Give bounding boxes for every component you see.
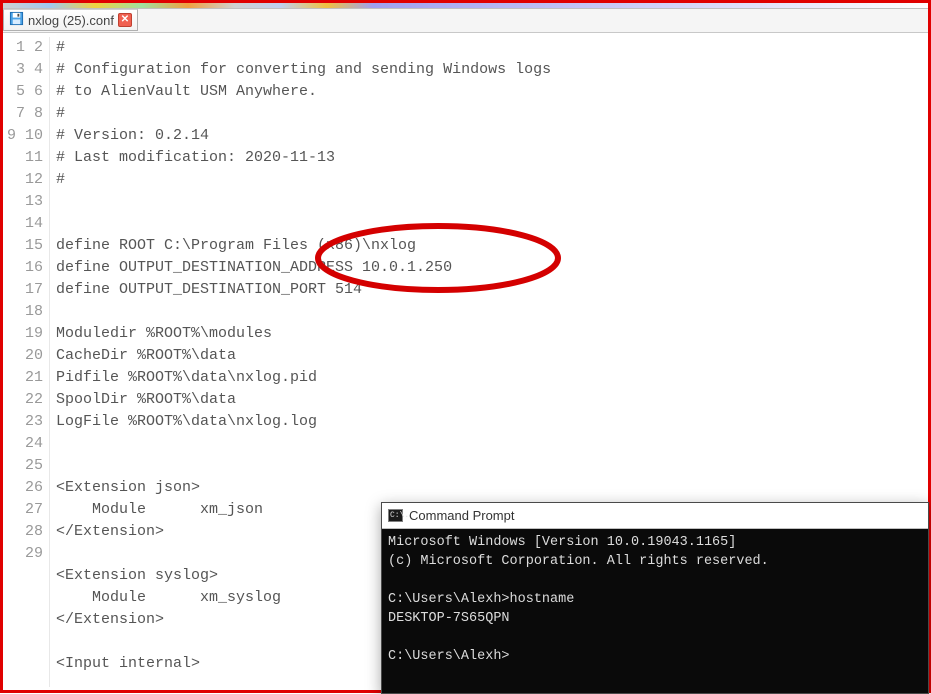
save-icon [9,11,24,29]
file-tab-label: nxlog (25).conf [28,13,114,28]
command-prompt-icon: C:\. [388,509,403,522]
line-number-gutter: 1 2 3 4 5 6 7 8 9 10 11 12 13 14 15 16 1… [6,37,50,687]
tab-bar: nxlog (25).conf ✕ [3,9,928,33]
command-prompt-body[interactable]: Microsoft Windows [Version 10.0.19043.11… [382,529,928,670]
command-prompt-title: Command Prompt [409,508,514,523]
close-icon[interactable]: ✕ [118,13,132,27]
command-prompt-titlebar[interactable]: C:\. Command Prompt [382,503,928,529]
command-prompt-window[interactable]: C:\. Command Prompt Microsoft Windows [V… [381,502,929,694]
window-frame: nxlog (25).conf ✕ 1 2 3 4 5 6 7 8 9 10 1… [0,0,931,693]
file-tab[interactable]: nxlog (25).conf ✕ [3,9,138,31]
